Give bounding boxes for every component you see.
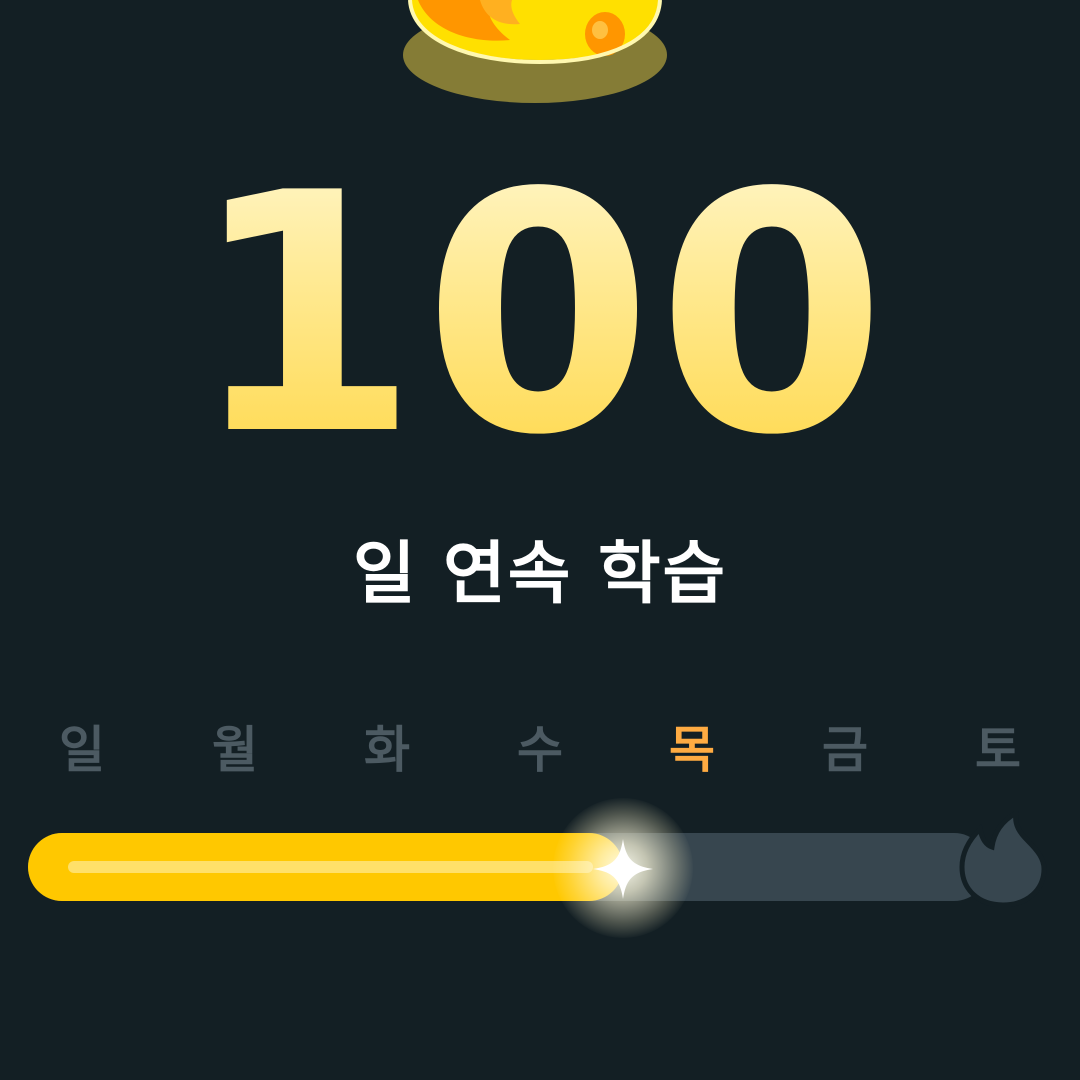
day-label-wed: 수 [517, 721, 563, 779]
streak-progress-bar [28, 798, 1047, 938]
streak-label: 일 연속 학습 [352, 535, 728, 614]
day-label-sat: 토 [975, 721, 1021, 779]
flame-icon [959, 811, 1047, 907]
week-day-row: 일 월 화 수 목 금 토 [0, 718, 1080, 788]
day-label-thu: 목 [669, 721, 715, 779]
progress-fill-shine [68, 861, 593, 873]
day-label-sun: 일 [59, 721, 105, 779]
day-label-tue: 화 [364, 721, 410, 779]
streak-count: 100 [0, 150, 1080, 480]
day-label-fri: 금 [822, 721, 868, 779]
day-label-mon: 월 [212, 721, 258, 779]
sparkle-icon [593, 839, 653, 899]
flame-mascot-icon [403, 0, 667, 103]
progress-fill [28, 833, 623, 901]
